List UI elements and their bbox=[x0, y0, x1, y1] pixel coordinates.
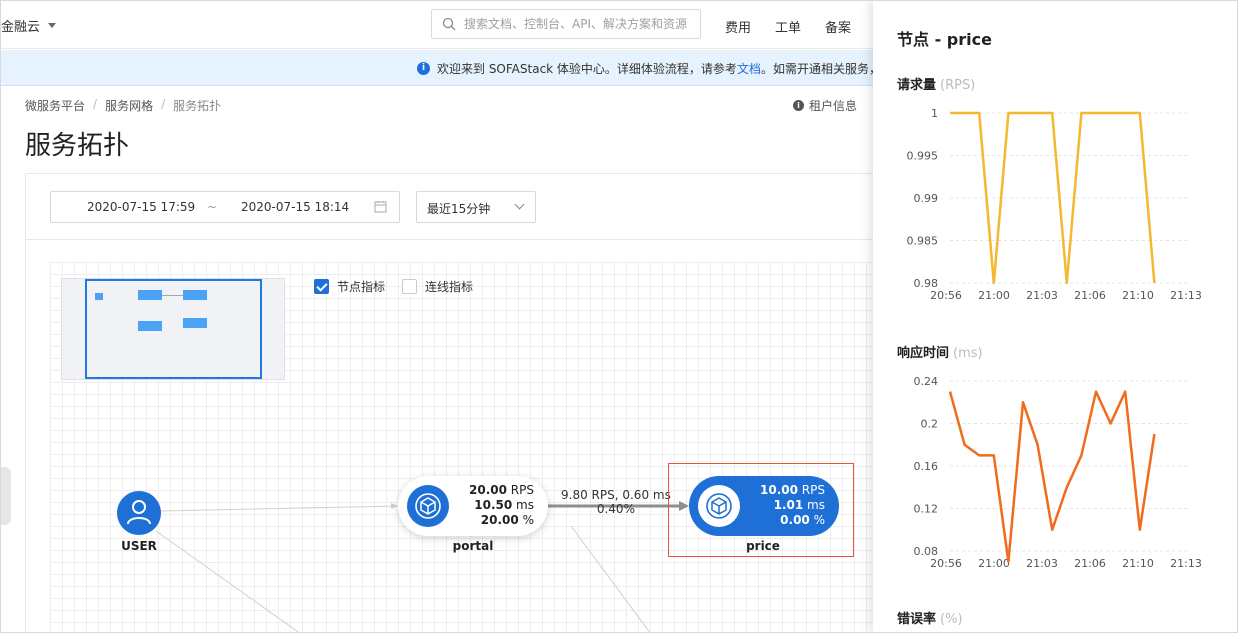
y-tick-label: 0.12 bbox=[914, 503, 939, 516]
portal-latency: 10.50 bbox=[474, 498, 513, 512]
edge-metrics-label: 9.80 RPS, 0.60 ms 0.40% bbox=[561, 488, 671, 516]
x-tick-label: 21:03 bbox=[1026, 289, 1058, 302]
price-rps: 10.00 bbox=[760, 483, 798, 497]
x-tick-label: 21:13 bbox=[1170, 557, 1202, 570]
y-tick-label: 0.24 bbox=[914, 375, 939, 388]
service-node-price[interactable]: 10.00 RPS 1.01 ms 0.00 % bbox=[689, 476, 839, 536]
portal-metrics: 20.00 RPS 10.50 ms 20.00 % bbox=[469, 483, 534, 527]
y-tick-label: 1 bbox=[931, 107, 938, 120]
x-tick-label: 21:06 bbox=[1074, 557, 1106, 570]
edge-user-other[interactable] bbox=[155, 530, 301, 633]
price-latency: 1.01 bbox=[773, 498, 804, 512]
y-tick-label: 0.995 bbox=[907, 150, 939, 163]
service-cube-icon bbox=[698, 485, 740, 527]
y-tick-label: 0.99 bbox=[914, 192, 939, 205]
x-tick-label: 21:10 bbox=[1122, 289, 1154, 302]
node-detail-drawer: 节点 - price 请求量 (RPS) 1 0.995 0.99 0.985 0.98 2… bbox=[873, 1, 1237, 632]
drawer-title: 节点 - price bbox=[897, 30, 992, 49]
x-tick-label: 21:00 bbox=[978, 289, 1010, 302]
rps-chart-title: 请求量 (RPS) bbox=[897, 78, 976, 93]
error-chart-title: 错误率 (%) bbox=[897, 612, 963, 627]
arrow-icon bbox=[391, 503, 398, 509]
x-tick-label: 20:56 bbox=[930, 557, 962, 570]
user-node[interactable] bbox=[117, 491, 161, 535]
service-node-portal[interactable]: 20.00 RPS 10.50 ms 20.00 % bbox=[398, 476, 548, 536]
x-tick-label: 21:13 bbox=[1170, 289, 1202, 302]
latency-chart-title: 响应时间 (ms) bbox=[897, 346, 983, 361]
y-tick-label: 0.985 bbox=[907, 235, 939, 248]
edge-portal-other[interactable] bbox=[570, 525, 651, 633]
portal-rps: 20.00 bbox=[469, 483, 507, 497]
portal-error-rate: 20.00 bbox=[480, 513, 519, 527]
price-metrics: 10.00 RPS 1.01 ms 0.00 % bbox=[760, 483, 825, 527]
x-tick-label: 21:03 bbox=[1026, 557, 1058, 570]
x-tick-label: 21:00 bbox=[978, 557, 1010, 570]
app-root: 金融云 费用 工单 备案 i 欢迎来到 SOFAStack 体验中心。详细体验流… bbox=[0, 0, 1238, 633]
portal-node-label: portal bbox=[452, 539, 494, 553]
user-icon bbox=[127, 500, 151, 525]
y-tick-label: 0.2 bbox=[921, 418, 939, 431]
y-tick-label: 0.16 bbox=[914, 460, 939, 473]
rps-chart: 10.9950.990.9850.9820:56 21:00 21:03 21:06 2… bbox=[907, 107, 1202, 302]
price-node-label: price bbox=[746, 539, 780, 553]
service-cube-icon bbox=[407, 485, 449, 527]
x-tick-label: 21:10 bbox=[1122, 557, 1154, 570]
latency-chart: 0.240.20.160.120.0820:56 21:00 21:03 21:06 2… bbox=[914, 375, 1202, 570]
price-error-rate: 0.00 bbox=[780, 513, 810, 527]
series-line bbox=[948, 390, 1156, 563]
user-node-label: USER bbox=[121, 539, 157, 553]
x-tick-label: 21:06 bbox=[1074, 289, 1106, 302]
sidebar-collapse-handle[interactable] bbox=[1, 467, 11, 525]
x-tick-label: 20:56 bbox=[930, 289, 962, 302]
edge-user-portal[interactable] bbox=[160, 505, 399, 512]
